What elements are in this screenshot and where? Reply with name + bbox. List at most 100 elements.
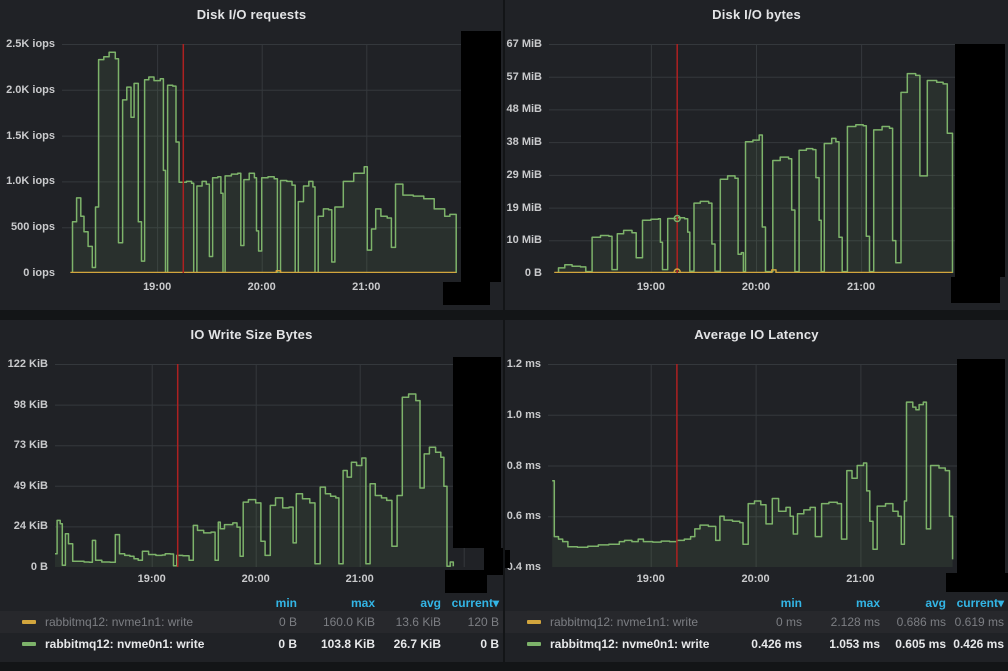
- y-tick-label: 24 KiB: [14, 520, 48, 532]
- legend-value: 13.6 KiB: [375, 615, 441, 629]
- legend-value: 1.053 ms: [802, 637, 880, 651]
- y-tick-label: 19 MiB: [507, 202, 542, 214]
- series-name[interactable]: rabbitmq12: nvme1n1: write: [550, 615, 698, 629]
- panel-title[interactable]: Disk I/O requests: [0, 7, 503, 22]
- legend-row[interactable]: rabbitmq12: nvme1n1: write0 ms2.128 ms0.…: [505, 611, 1008, 633]
- legend-value: 103.8 KiB: [297, 637, 375, 651]
- legend-header-min[interactable]: min: [730, 596, 802, 610]
- chart-svg: [548, 364, 1004, 567]
- y-tick-label: 57 MiB: [507, 71, 542, 83]
- redaction-box: [955, 44, 1005, 277]
- legend-table: minmaxavgcurrent▾rabbitmq12: nvme1n1: wr…: [0, 594, 503, 655]
- legend-value: 120 B: [441, 615, 499, 629]
- x-tick-label: 19:00: [619, 281, 683, 293]
- panel-title[interactable]: IO Write Size Bytes: [0, 327, 503, 342]
- y-tick-label: 29 MiB: [507, 169, 542, 181]
- x-tick-label: 20:00: [724, 281, 788, 293]
- legend-value: 2.128 ms: [802, 615, 880, 629]
- panel-title[interactable]: Average IO Latency: [505, 327, 1008, 342]
- y-tick-label: 1.2 ms: [507, 358, 541, 370]
- x-tick-label: 20:00: [230, 281, 294, 293]
- y-tick-label: 38 MiB: [507, 136, 542, 148]
- series-swatch-icon[interactable]: [527, 620, 541, 624]
- chart-plot-area[interactable]: [62, 44, 498, 273]
- series-swatch-icon[interactable]: [527, 642, 541, 646]
- redaction-box: [445, 570, 487, 593]
- legend-row[interactable]: rabbitmq12: nvme0n1: write0 B103.8 KiB26…: [0, 633, 503, 655]
- legend-value: 0.426 ms: [946, 637, 1004, 651]
- y-tick-label: 0.8 ms: [507, 460, 541, 472]
- y-tick-label: 67 MiB: [507, 38, 542, 50]
- x-tick-label: 20:00: [724, 573, 788, 585]
- y-tick-label: 48 MiB: [507, 103, 542, 115]
- redaction-box: [946, 573, 1008, 592]
- chart-plot-area[interactable]: [55, 364, 498, 567]
- series-swatch-icon[interactable]: [22, 642, 36, 646]
- legend-value: 26.7 KiB: [375, 637, 441, 651]
- y-tick-label: 49 KiB: [14, 480, 48, 492]
- chart-svg: [549, 44, 1004, 273]
- x-tick-label: 21:00: [328, 573, 392, 585]
- legend-header-current[interactable]: current▾: [441, 596, 499, 610]
- y-axis: 0 B 10 MiB 19 MiB 29 MiB 38 MiB 48 MiB 57 MiB 6…: [505, 0, 542, 310]
- legend-header-current[interactable]: current▾: [946, 596, 1004, 610]
- legend-value: 0.426 ms: [730, 637, 802, 651]
- y-tick-label: 0.6 ms: [507, 510, 541, 522]
- legend-value: 0.619 ms: [946, 615, 1004, 629]
- legend-header-max[interactable]: max: [802, 596, 880, 610]
- redaction-box: [443, 282, 490, 305]
- legend-row[interactable]: rabbitmq12: nvme1n1: write 0 B160.0 KiB13…: [0, 611, 503, 633]
- dashboard-grid: Disk I/O requests 0 iops 500 iops 1.0K iop…: [0, 0, 1008, 662]
- redaction-box: [461, 31, 501, 282]
- x-tick-label: 20:00: [224, 573, 288, 585]
- y-tick-label: 1.0K iops: [6, 175, 55, 187]
- series-name[interactable]: rabbitmq12: nvme0n1: write: [550, 637, 709, 651]
- legend-header-row: minmaxavgcurrent▾: [505, 594, 1008, 611]
- y-tick-label: 0.4 ms: [507, 561, 541, 573]
- panel-disk-io-bytes: Disk I/O bytes 0 B 10 MiB 19 MiB 29 MiB 38 M…: [505, 0, 1008, 310]
- legend-value: 0 ms: [730, 615, 802, 629]
- y-tick-label: 98 KiB: [14, 399, 48, 411]
- series-name[interactable]: rabbitmq12: nvme1n1: write: [45, 615, 193, 629]
- y-tick-label: 500 iops: [11, 221, 55, 233]
- y-tick-label: 0 iops: [23, 267, 55, 279]
- y-tick-label: 2.0K iops: [6, 84, 55, 96]
- redaction-box: [957, 359, 1005, 573]
- legend-value: 160.0 KiB: [297, 615, 375, 629]
- chart-svg: [55, 364, 498, 567]
- chart-plot-area[interactable]: [548, 364, 1004, 567]
- y-axis: 0 iops 500 iops 1.0K iops 1.5K iops 2.0K iop…: [0, 0, 55, 310]
- chart-svg: [62, 44, 498, 273]
- y-tick-label: 1.5K iops: [6, 130, 55, 142]
- panel-io-write-size-bytes: IO Write Size Bytes 0 B 24 KiB 49 KiB 73 Ki…: [0, 320, 503, 662]
- legend-table: minmaxavgcurrent▾ rabbitmq12: nvme1n1: wr…: [505, 594, 1008, 655]
- y-tick-label: 122 KiB: [8, 358, 48, 370]
- panel-title[interactable]: Disk I/O bytes: [505, 7, 1008, 22]
- y-tick-label: 1.0 ms: [507, 409, 541, 421]
- x-tick-label: 21:00: [829, 281, 893, 293]
- legend-row[interactable]: rabbitmq12: nvme0n1: write0.426 ms1.053 …: [505, 633, 1008, 655]
- y-tick-label: 73 KiB: [14, 439, 48, 451]
- x-tick-label: 21:00: [828, 573, 892, 585]
- legend-value: 0.605 ms: [880, 637, 946, 651]
- legend-value: 0 B: [225, 637, 297, 651]
- legend-header-avg[interactable]: avg: [880, 596, 946, 610]
- redaction-box: [951, 277, 1000, 303]
- x-tick-label: 21:00: [334, 281, 398, 293]
- legend-header-row: minmaxavgcurrent▾: [0, 594, 503, 611]
- legend-value: 0 B: [225, 615, 297, 629]
- redaction-box: [505, 550, 510, 568]
- y-tick-label: 2.5K iops: [6, 38, 55, 50]
- y-tick-label: 0 B: [525, 267, 542, 279]
- panel-average-io-latency: Average IO Latency 0.4 ms 0.6 ms 0.8 ms 1.0…: [505, 320, 1008, 662]
- series-name[interactable]: rabbitmq12: nvme0n1: write: [45, 637, 204, 651]
- legend-header-max[interactable]: max: [297, 596, 375, 610]
- legend-value: 0 B: [441, 637, 499, 651]
- series-swatch-icon[interactable]: [22, 620, 36, 624]
- legend-value: 0.686 ms: [880, 615, 946, 629]
- y-tick-label: 10 MiB: [507, 234, 542, 246]
- x-tick-label: 19:00: [125, 281, 189, 293]
- legend-header-avg[interactable]: avg: [375, 596, 441, 610]
- legend-header-min[interactable]: min: [225, 596, 297, 610]
- chart-plot-area[interactable]: [549, 44, 1004, 273]
